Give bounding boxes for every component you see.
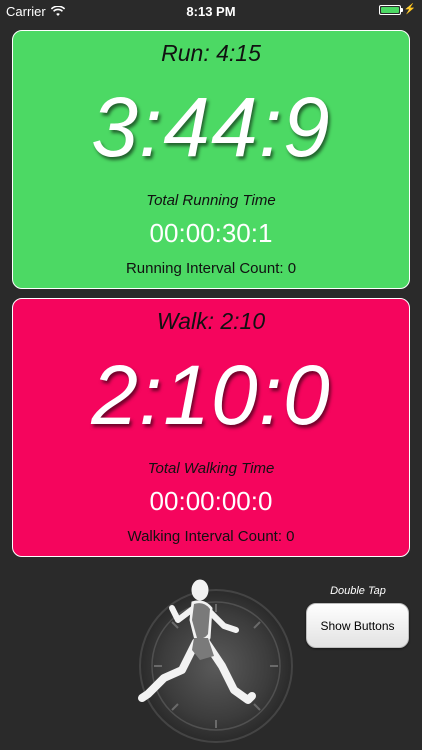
double-tap-hint: Double Tap <box>330 585 386 597</box>
battery-level-fill <box>380 6 399 13</box>
battery-icon <box>378 4 403 15</box>
walk-interval-title: Walk: 2:10 <box>156 308 266 334</box>
status-bar: Carrier 8:13 PM ⚡ <box>0 0 422 22</box>
run-countdown-timer: 3:44:9 <box>91 80 331 174</box>
show-buttons-button[interactable]: Show Buttons <box>306 603 409 648</box>
total-running-time-value: 00:00:30:1 <box>149 218 273 248</box>
running-interval-count: Running Interval Count: 0 <box>125 260 297 277</box>
total-running-time-label: Total Running Time <box>146 192 276 209</box>
run-interval-title: Run: 4:15 <box>161 40 261 66</box>
status-time: 8:13 PM <box>186 4 236 19</box>
app-screen: Carrier 8:13 PM ⚡ Run: 4:15 3:44:9 Total… <box>0 0 422 750</box>
run-panel[interactable]: Run: 4:15 3:44:9 Total Running Time 00:0… <box>12 30 410 289</box>
walk-countdown-timer: 2:10:0 <box>91 348 331 442</box>
status-right: ⚡ <box>378 4 416 15</box>
runner-stopwatch-icon <box>138 579 293 743</box>
total-walking-time-value: 00:00:00:0 <box>149 486 273 516</box>
bolt-icon: ⚡ <box>403 4 416 15</box>
walk-panel[interactable]: Walk: 2:10 2:10:0 Total Walking Time 00:… <box>12 298 410 557</box>
walking-interval-count: Walking Interval Count: 0 <box>127 528 295 545</box>
total-walking-time-label: Total Walking Time <box>147 460 275 477</box>
